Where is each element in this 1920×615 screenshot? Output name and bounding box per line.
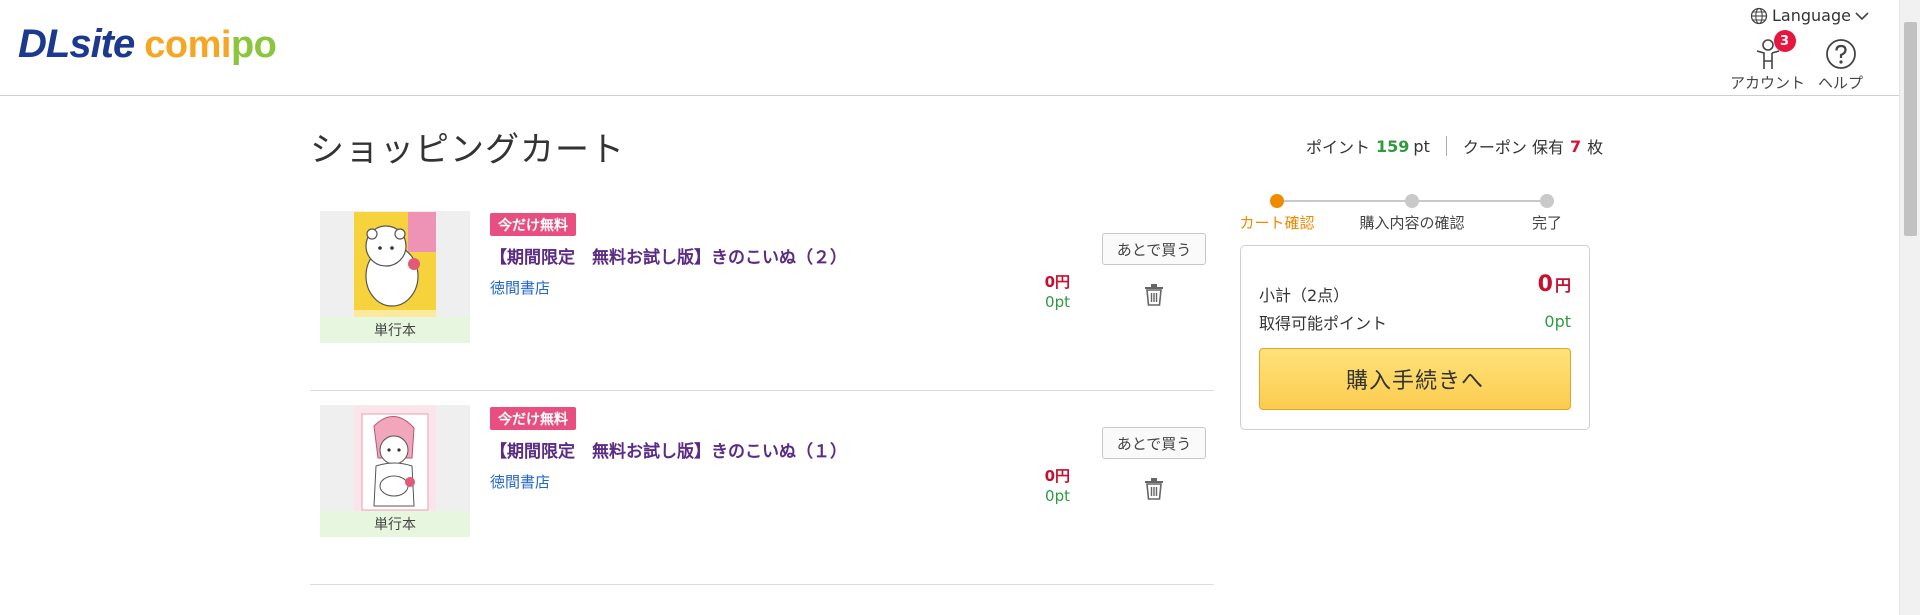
order-summary-box: 小計（2点） 0円 取得可能ポイント 0pt 購入手続きへ xyxy=(1240,245,1590,430)
help-button[interactable]: ヘルプ xyxy=(1818,36,1863,93)
logo-dlsite-text: DLsite xyxy=(18,22,135,66)
step-connector xyxy=(1412,200,1547,202)
language-label: Language xyxy=(1772,6,1851,25)
step-connector xyxy=(1277,200,1412,202)
globe-icon xyxy=(1750,7,1768,24)
item-title-link[interactable]: 【期間限定 無料お試し版】きのこいぬ（１） xyxy=(490,437,847,462)
page-scrollbar[interactable] xyxy=(1899,0,1920,615)
buy-later-button[interactable]: あとで買う xyxy=(1102,427,1206,459)
step-dot xyxy=(1405,194,1419,208)
account-icon: 3 xyxy=(1750,30,1796,72)
trash-icon[interactable] xyxy=(1143,283,1165,307)
divider xyxy=(1445,136,1447,156)
checkout-progress-steps: カート確認 購入内容の確認 完了 xyxy=(1238,190,1578,234)
logo-comipo-text: comipo xyxy=(144,24,277,66)
cart-item: 単行本 今だけ無料 【期間限定 無料お試し版】きのこいぬ（２） 徳間書店 0円 … xyxy=(310,197,1214,391)
free-tag-badge: 今だけ無料 xyxy=(490,407,576,430)
coupon-value: 7 xyxy=(1569,136,1582,156)
trash-icon[interactable] xyxy=(1143,477,1165,501)
points-unit: pt xyxy=(1413,136,1430,156)
step-label-complete: 完了 xyxy=(1531,214,1563,232)
item-price: 0円 xyxy=(1044,467,1070,485)
language-selector[interactable]: Language xyxy=(1750,6,1873,25)
book-cover-image[interactable] xyxy=(320,211,470,325)
notification-badge: 3 xyxy=(1773,30,1796,52)
book-cover-image[interactable] xyxy=(320,405,470,519)
points-value: 159 xyxy=(1376,136,1410,156)
site-header: DLsite comipo Language 3 アカウント ヘルプ xyxy=(0,0,1899,96)
item-price: 0円 xyxy=(1044,273,1070,291)
item-title-link[interactable]: 【期間限定 無料お試し版】きのこいぬ（２） xyxy=(490,243,847,268)
account-label: アカウント xyxy=(1730,74,1806,92)
publisher-link[interactable]: 徳間書店 xyxy=(490,471,550,492)
format-label: 単行本 xyxy=(320,511,470,537)
site-logo[interactable]: DLsite comipo xyxy=(18,22,277,72)
page-title: ショッピングカート xyxy=(310,130,625,170)
cart-item: 単行本 今だけ無料 【期間限定 無料お試し版】きのこいぬ（１） 徳間書店 0円 … xyxy=(310,391,1214,585)
step-label-confirm: 購入内容の確認 xyxy=(1359,214,1465,232)
free-tag-badge: 今だけ無料 xyxy=(490,213,576,236)
earnable-points-value: 0pt xyxy=(1544,312,1571,331)
points-coupon-bar: ポイント 159 pt クーポン 保有 7 枚 xyxy=(1306,134,1603,158)
help-icon xyxy=(1823,36,1859,72)
points-label: ポイント xyxy=(1306,138,1371,157)
coupon-unit: 枚 xyxy=(1587,138,1604,157)
item-points: 0pt xyxy=(1045,487,1070,505)
format-label: 単行本 xyxy=(320,317,470,343)
step-dot xyxy=(1540,194,1554,208)
chevron-down-icon xyxy=(1855,11,1869,20)
subtotal-label: 小計（2点） xyxy=(1259,286,1350,305)
help-label: ヘルプ xyxy=(1818,74,1864,92)
publisher-link[interactable]: 徳間書店 xyxy=(490,277,550,298)
proceed-to-checkout-button[interactable]: 購入手続きへ xyxy=(1259,348,1571,410)
account-button[interactable]: 3 アカウント xyxy=(1730,30,1806,93)
buy-later-button[interactable]: あとで買う xyxy=(1102,233,1206,265)
scrollbar-thumb[interactable] xyxy=(1904,22,1917,236)
coupon-label[interactable]: クーポン 保有 xyxy=(1463,134,1564,158)
item-points: 0pt xyxy=(1045,293,1070,311)
step-dot-active xyxy=(1270,194,1284,208)
subtotal-value: 0円 xyxy=(1537,272,1571,297)
step-label-cart: カート確認 xyxy=(1239,214,1315,232)
earnable-points-label: 取得可能ポイント xyxy=(1259,314,1388,333)
